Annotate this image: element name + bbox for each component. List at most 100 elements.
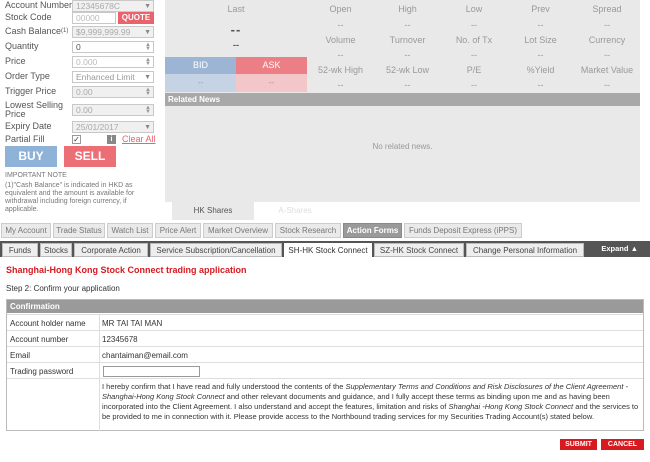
spinner-icon[interactable]: ▲ ▼ <box>145 57 151 67</box>
account-number-select[interactable]: 12345678C ▼ <box>72 0 154 12</box>
cash-balance-row: Cash Balance(1) $9,999,999.99 ▼ <box>0 26 162 39</box>
divider <box>99 331 100 346</box>
trading-password-input[interactable] <box>103 366 200 377</box>
expiry-label: Expiry Date <box>5 121 52 131</box>
confirmation-panel: Confirmation Account holder name MR TAI … <box>6 299 644 431</box>
sell-button[interactable]: SELL <box>64 146 116 167</box>
holder-label: Account holder name <box>10 319 86 328</box>
num-tx-header: No. of Tx <box>455 35 493 45</box>
clear-all-link[interactable]: Clear All <box>122 134 156 145</box>
account-number-label: Account Number <box>5 0 73 10</box>
lowest-selling-label-2: Price <box>5 109 26 119</box>
terms-part-1: I hereby confirm that I have read and fu… <box>102 382 346 391</box>
subtab-funds[interactable]: Funds <box>2 243 38 257</box>
terms-part-4: Shanghai -Hong Kong Stock Connect <box>448 402 574 411</box>
order-type-value: Enhanced Limit <box>76 72 135 82</box>
subtab-service-subscription[interactable]: Service Subscription/Cancellation <box>150 243 282 257</box>
tab-price-alert[interactable]: Price Alert <box>155 223 201 238</box>
page-title: Shanghai-Hong Kong Stock Connect trading… <box>6 265 247 275</box>
chevron-down-icon: ▼ <box>144 3 151 10</box>
spinner-icon[interactable]: ▲ ▼ <box>145 105 151 115</box>
important-note-title: IMPORTANT NOTE <box>5 172 67 179</box>
ask-header: ASK <box>236 57 307 74</box>
tab-trade-status[interactable]: Trade Status <box>53 223 105 238</box>
tab-hk-shares[interactable]: HK Shares <box>172 202 254 220</box>
partial-fill-label: Partial Fill <box>5 134 45 144</box>
lowest-selling-value: 0.00 <box>76 105 93 115</box>
tab-my-account[interactable]: My Account <box>1 223 51 238</box>
subtab-corporate-action[interactable]: Corporate Action <box>74 243 148 257</box>
bid-value[interactable]: -- <box>165 74 236 92</box>
high-header: High <box>398 4 417 14</box>
confirmation-header: Confirmation <box>7 300 643 313</box>
password-label: Trading password <box>10 367 74 376</box>
divider <box>99 363 100 378</box>
sub-nav: Funds Stocks Corporate Action Service Su… <box>0 241 650 257</box>
no-news-text: No related news. <box>372 142 433 151</box>
divider <box>99 379 100 431</box>
num-tx-value: -- <box>471 50 477 60</box>
currency-header: Currency <box>588 35 626 45</box>
expiry-select[interactable]: 25/01/2017 ▼ <box>72 121 154 133</box>
market-value-value: -- <box>604 80 610 90</box>
quantity-stepper[interactable]: 0 ▲ ▼ <box>72 41 154 53</box>
ask-value[interactable]: -- <box>236 74 307 92</box>
tab-action-forms[interactable]: Action Forms <box>343 223 402 238</box>
trigger-price-stepper[interactable]: 0.00 ▲ ▼ <box>72 86 154 98</box>
partial-fill-checkbox[interactable]: ✓ <box>72 135 81 144</box>
subtab-sh-hk-stock-connect[interactable]: SH-HK Stock Connect <box>284 243 372 257</box>
cash-balance-field: $9,999,999.99 ▼ <box>72 26 154 38</box>
wk52-low-header: 52-wk Low <box>385 65 430 75</box>
quantity-label: Quantity <box>5 41 39 51</box>
expiry-row: Expiry Date 25/01/2017 ▼ <box>0 121 162 134</box>
submit-button[interactable]: SUBMIT <box>560 439 597 450</box>
expiry-value: 25/01/2017 <box>76 122 119 132</box>
subtab-change-personal-info[interactable]: Change Personal Information <box>466 243 584 257</box>
subtab-stocks[interactable]: Stocks <box>40 243 72 257</box>
number-row: Account number 12345678 <box>7 330 643 346</box>
price-value: 0.000 <box>76 57 98 67</box>
cash-balance-sup: (1) <box>61 28 69 34</box>
number-label: Account number <box>10 335 69 344</box>
subtab-sz-hk-stock-connect[interactable]: SZ-HK Stock Connect <box>374 243 464 257</box>
terms-text: I hereby confirm that I have read and fu… <box>102 382 642 422</box>
trigger-price-value: 0.00 <box>76 87 93 97</box>
tab-market-overview[interactable]: Market Overview <box>203 223 273 238</box>
price-stepper[interactable]: 0.000 ▲ ▼ <box>72 56 154 68</box>
email-value: chantaiman@email.com <box>102 351 188 360</box>
lowest-selling-stepper[interactable]: 0.00 ▲ ▼ <box>72 104 154 116</box>
tab-funds-deposit-express[interactable]: Funds Deposit Express (iPPS) <box>404 223 522 238</box>
info-icon[interactable]: i <box>107 135 116 144</box>
order-type-select[interactable]: Enhanced Limit ▼ <box>72 71 154 83</box>
turnover-value: -- <box>404 50 411 60</box>
chevron-down-icon: ▼ <box>144 124 151 131</box>
terms-row: I hereby confirm that I have read and fu… <box>7 378 643 431</box>
spread-header: Spread <box>592 4 622 14</box>
wk52-high-value: -- <box>337 80 344 90</box>
cash-balance-label: Cash Balance(1) <box>5 26 68 37</box>
holder-row: Account holder name MR TAI TAI MAN <box>7 314 643 330</box>
quantity-value: 0 <box>76 42 81 52</box>
buy-button[interactable]: BUY <box>5 146 57 167</box>
chevron-down-icon: ▼ <box>144 29 151 36</box>
divider <box>99 315 100 330</box>
cancel-button[interactable]: CANCEL <box>601 439 644 450</box>
chevron-down-icon: ▼ <box>144 74 151 81</box>
step-text: Step 2: Confirm your application <box>6 284 120 293</box>
holder-value: MR TAI TAI MAN <box>102 319 163 328</box>
stock-code-row: Stock Code 00000 QUOTE <box>0 12 162 25</box>
open-value: -- <box>337 20 344 30</box>
tab-a-shares[interactable]: A-Shares <box>254 202 336 220</box>
spinner-icon[interactable]: ▲ ▼ <box>145 42 151 52</box>
tab-watch-list[interactable]: Watch List <box>107 223 153 238</box>
order-form: Account Number 12345678C ▼ Stock Code 000… <box>0 0 162 225</box>
spinner-icon[interactable]: ▲ ▼ <box>145 87 151 97</box>
important-note-text: (1)"Cash Balance" is indicated in HKD as… <box>5 182 135 213</box>
cash-balance-label-text: Cash Balance <box>5 26 62 36</box>
stock-code-input[interactable]: 00000 <box>72 12 116 24</box>
tab-stock-research[interactable]: Stock Research <box>275 223 341 238</box>
expand-toggle[interactable]: Expand ▲ <box>601 243 638 255</box>
prev-header: Prev <box>531 4 550 14</box>
high-value: -- <box>404 20 411 30</box>
quote-button[interactable]: QUOTE <box>118 12 154 24</box>
